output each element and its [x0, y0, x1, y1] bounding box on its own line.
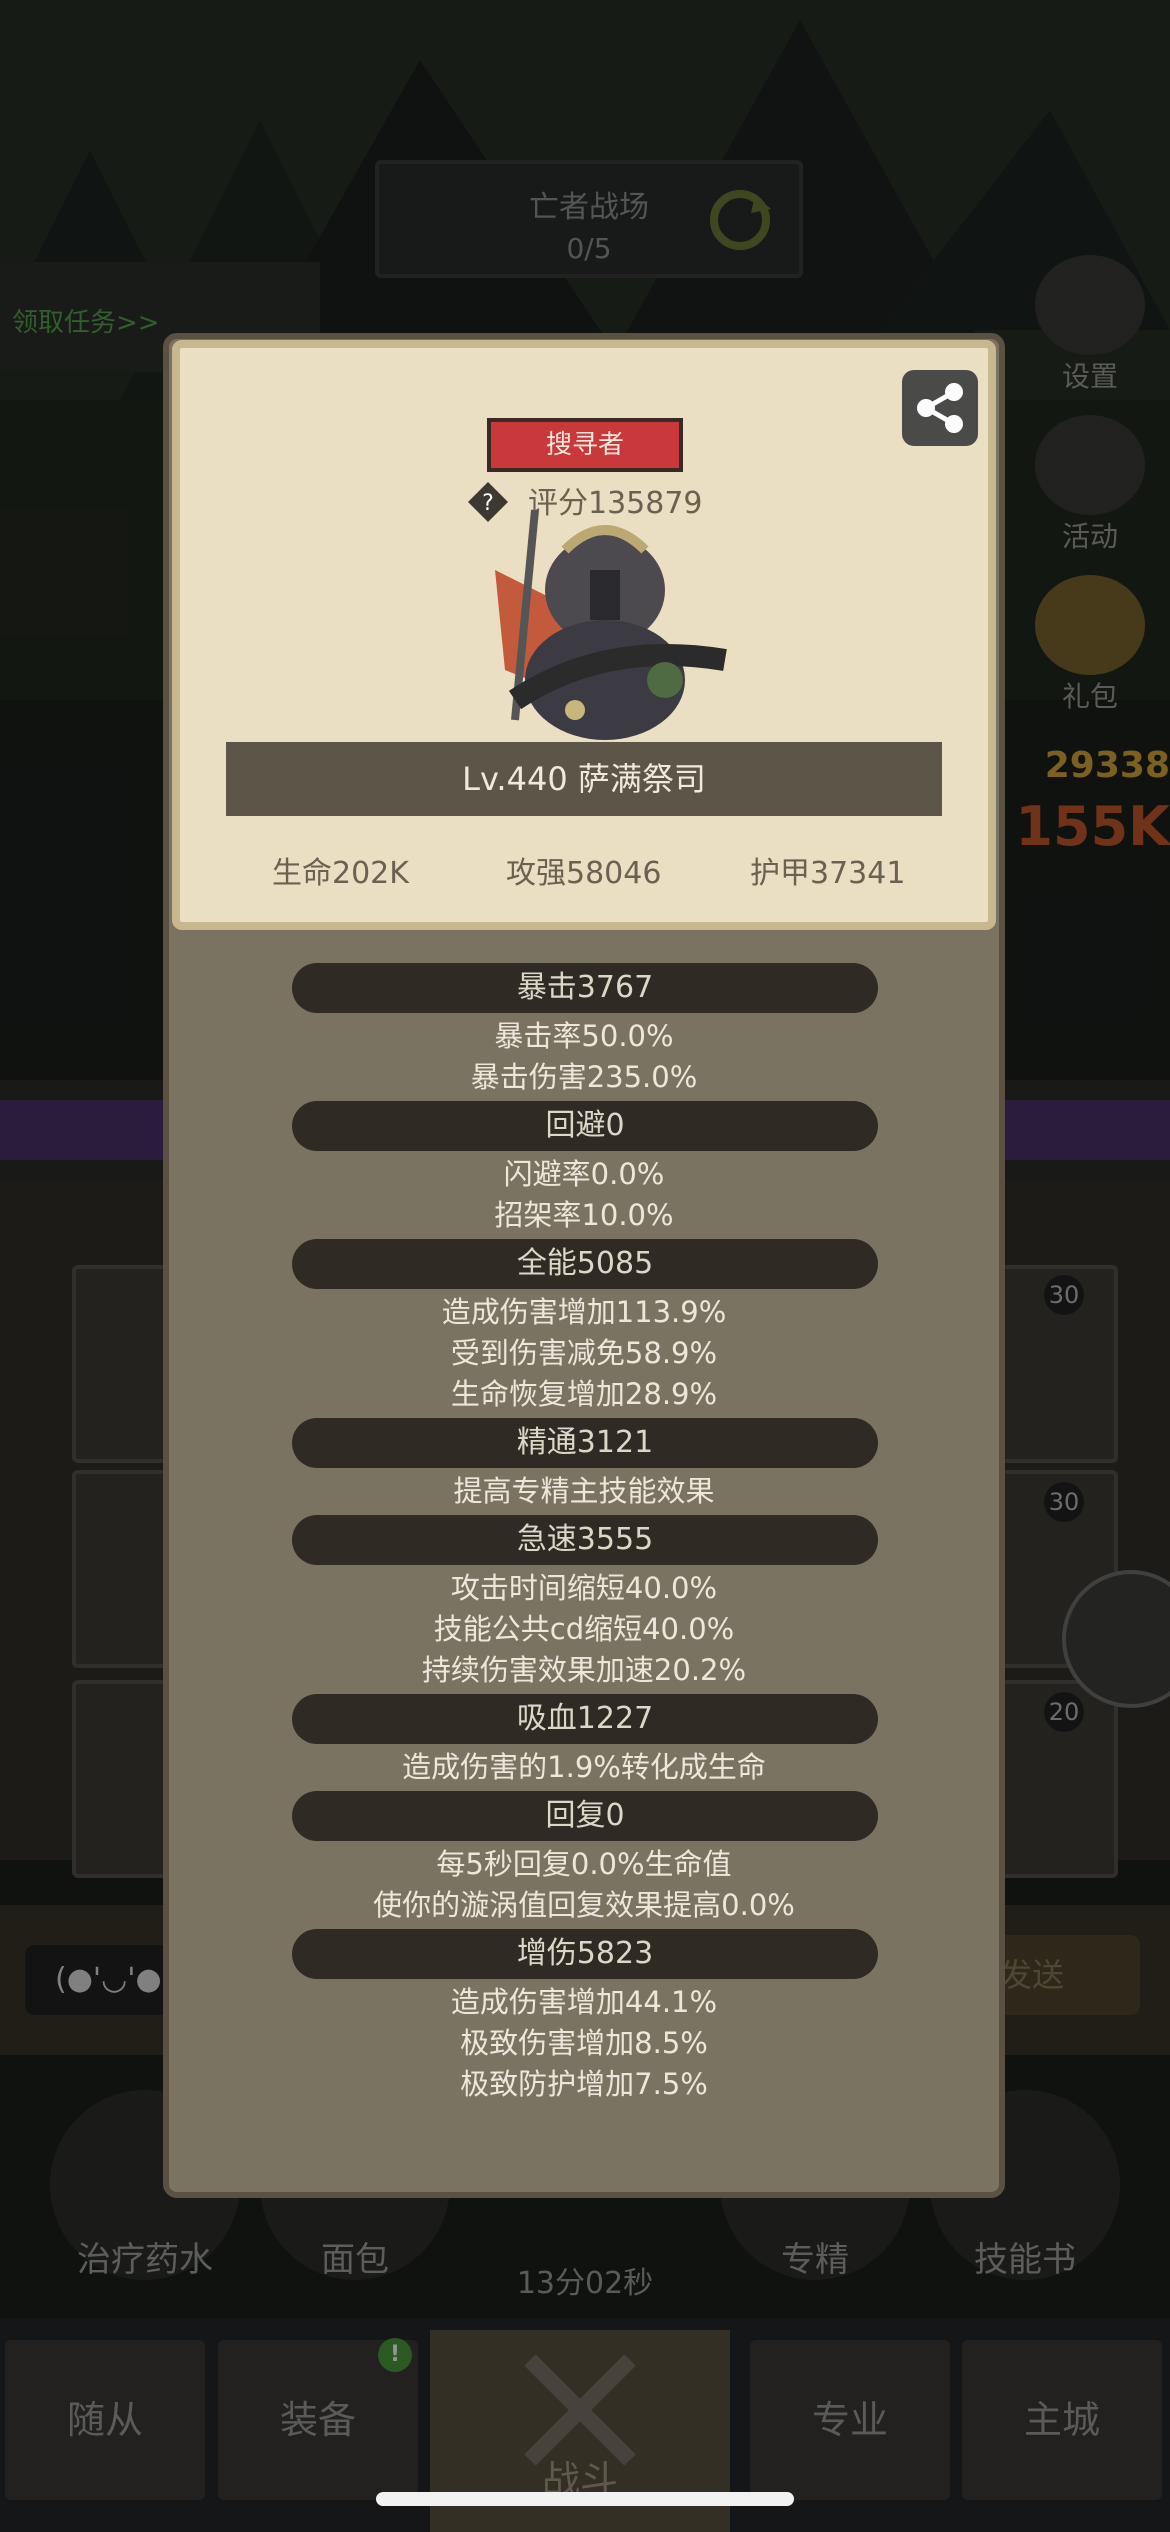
- title-badge: 搜寻者: [487, 418, 683, 472]
- stat-line: 极致防护增加7.5%: [460, 2067, 708, 2101]
- stat-header: 暴击3767: [292, 963, 878, 1013]
- stat-line: 造成伤害的1.9%转化成生命: [402, 1750, 766, 1784]
- stat-line: 暴击伤害235.0%: [470, 1060, 698, 1094]
- stat-line: 招架率10.0%: [494, 1198, 674, 1232]
- stat-line: 生命恢复增加28.9%: [450, 1377, 718, 1411]
- stat-header: 回避0: [292, 1101, 878, 1151]
- stat-line: 造成伤害增加44.1%: [450, 1985, 718, 2019]
- stat-header: 回复0: [292, 1791, 878, 1841]
- home-indicator: [376, 2492, 794, 2506]
- stat-line: 造成伤害增加113.9%: [441, 1295, 727, 1329]
- stat-header: 全能5085: [292, 1239, 878, 1289]
- stat-header: 急速3555: [292, 1515, 878, 1565]
- stat-line: 每5秒回复0.0%生命值: [436, 1847, 732, 1881]
- stat-line: 持续伤害效果加速20.2%: [421, 1653, 747, 1687]
- share-button[interactable]: [902, 370, 978, 446]
- stat-header: 增伤5823: [292, 1929, 878, 1979]
- stat-line: 闪避率0.0%: [503, 1157, 665, 1191]
- base-stat-attack: 攻强58046: [506, 856, 662, 891]
- stat-line: 提高专精主技能效果: [453, 1474, 715, 1508]
- stat-line: 极致伤害增加8.5%: [460, 2026, 708, 2060]
- stat-line: 暴击率50.0%: [494, 1019, 674, 1053]
- stat-line: 攻击时间缩短40.0%: [450, 1571, 718, 1605]
- stat-line: 受到伤害减免58.9%: [450, 1336, 718, 1370]
- hero-portrait: [495, 509, 727, 740]
- share-icon: [917, 383, 963, 433]
- base-stat-hp: 生命202K: [272, 856, 409, 891]
- stat-header: 吸血1227: [292, 1694, 878, 1744]
- hero-name-bar: Lv.440 萨满祭司: [226, 742, 942, 816]
- stat-line: 技能公共cd缩短40.0%: [433, 1612, 735, 1646]
- stat-line: 使你的漩涡值回复效果提高0.0%: [373, 1888, 795, 1922]
- base-stat-armor: 护甲37341: [750, 856, 906, 891]
- stat-header: 精通3121: [292, 1418, 878, 1468]
